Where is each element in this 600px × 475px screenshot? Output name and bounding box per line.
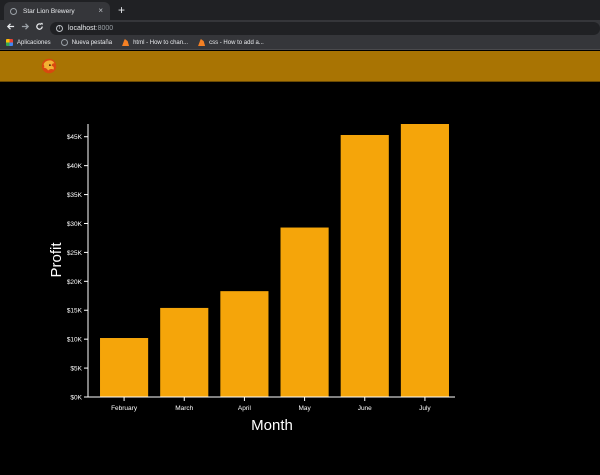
bookmarks-bar: Aplicaciones Nueva pestaña html - How to… [0,36,600,50]
y-tick-label: $30K [67,221,83,228]
address-bar[interactable]: i localhost :8000 [50,22,600,35]
y-tick-label: $15K [67,308,83,315]
reload-icon[interactable] [35,22,44,35]
x-tick-label: July [419,405,431,412]
browser-toolbar: i localhost :8000 [0,20,600,36]
y-tick-label: $25K [67,250,83,257]
lion-logo-icon[interactable] [40,57,58,75]
bars-layer [100,124,449,397]
bookmark-label: css - How to add a... [209,39,264,46]
bookmark-new-tab[interactable]: Nueva pestaña [60,39,113,46]
bookmark-label: Nueva pestaña [71,39,113,46]
bookmark-css-question[interactable]: css - How to add a... [198,39,264,46]
tab-title: Star Lion Brewery [23,7,75,15]
bar-march [160,307,209,397]
forward-arrow-icon[interactable] [21,22,30,35]
url-port: :8000 [95,25,114,32]
bar-april [220,291,269,397]
browser-tab-strip: Star Lion Brewery × + [0,0,600,20]
bar-june [340,134,389,397]
browser-tab[interactable]: Star Lion Brewery × [4,2,110,20]
stackoverflow-icon [122,39,130,46]
x-tick-label: June [358,405,372,412]
new-tab-button[interactable]: + [118,3,125,17]
y-tick-label: $10K [67,337,83,344]
bookmark-html-question[interactable]: html - How to chan... [122,39,188,46]
y-tick-label: $20K [67,279,83,286]
x-axis-label: Month [251,417,293,434]
y-tick-label: $40K [67,163,83,170]
bookmark-label: html - How to chan... [133,39,189,46]
x-tick-label: May [298,405,311,412]
x-tick-label: February [111,405,138,412]
apps-grid-icon [6,39,13,46]
y-axis-label: Profit [48,242,65,278]
bar-july [400,124,449,397]
bar-may [280,227,329,397]
back-arrow-icon[interactable] [6,22,15,35]
site-info-icon[interactable]: i [56,25,63,32]
x-tick-label: March [175,405,193,412]
bookmark-label: Aplicaciones [17,39,51,46]
url-host: localhost [68,25,96,32]
x-tick-label: April [238,405,252,412]
y-tick-label: $35K [67,192,83,199]
bookmark-apps[interactable]: Aplicaciones [6,39,51,46]
bar-february [100,338,149,397]
page-favicon-icon [10,7,17,15]
stackoverflow-icon [198,39,206,46]
y-tick-label: $5K [70,366,82,373]
y-tick-label: $45K [67,134,83,141]
y-tick-label: $0K [70,395,82,402]
app-header [0,51,600,82]
globe-icon [60,39,68,46]
close-tab-icon[interactable]: × [98,6,103,16]
profit-bar-chart: February March April May June July $0K $5K $10K $… [48,124,455,434]
